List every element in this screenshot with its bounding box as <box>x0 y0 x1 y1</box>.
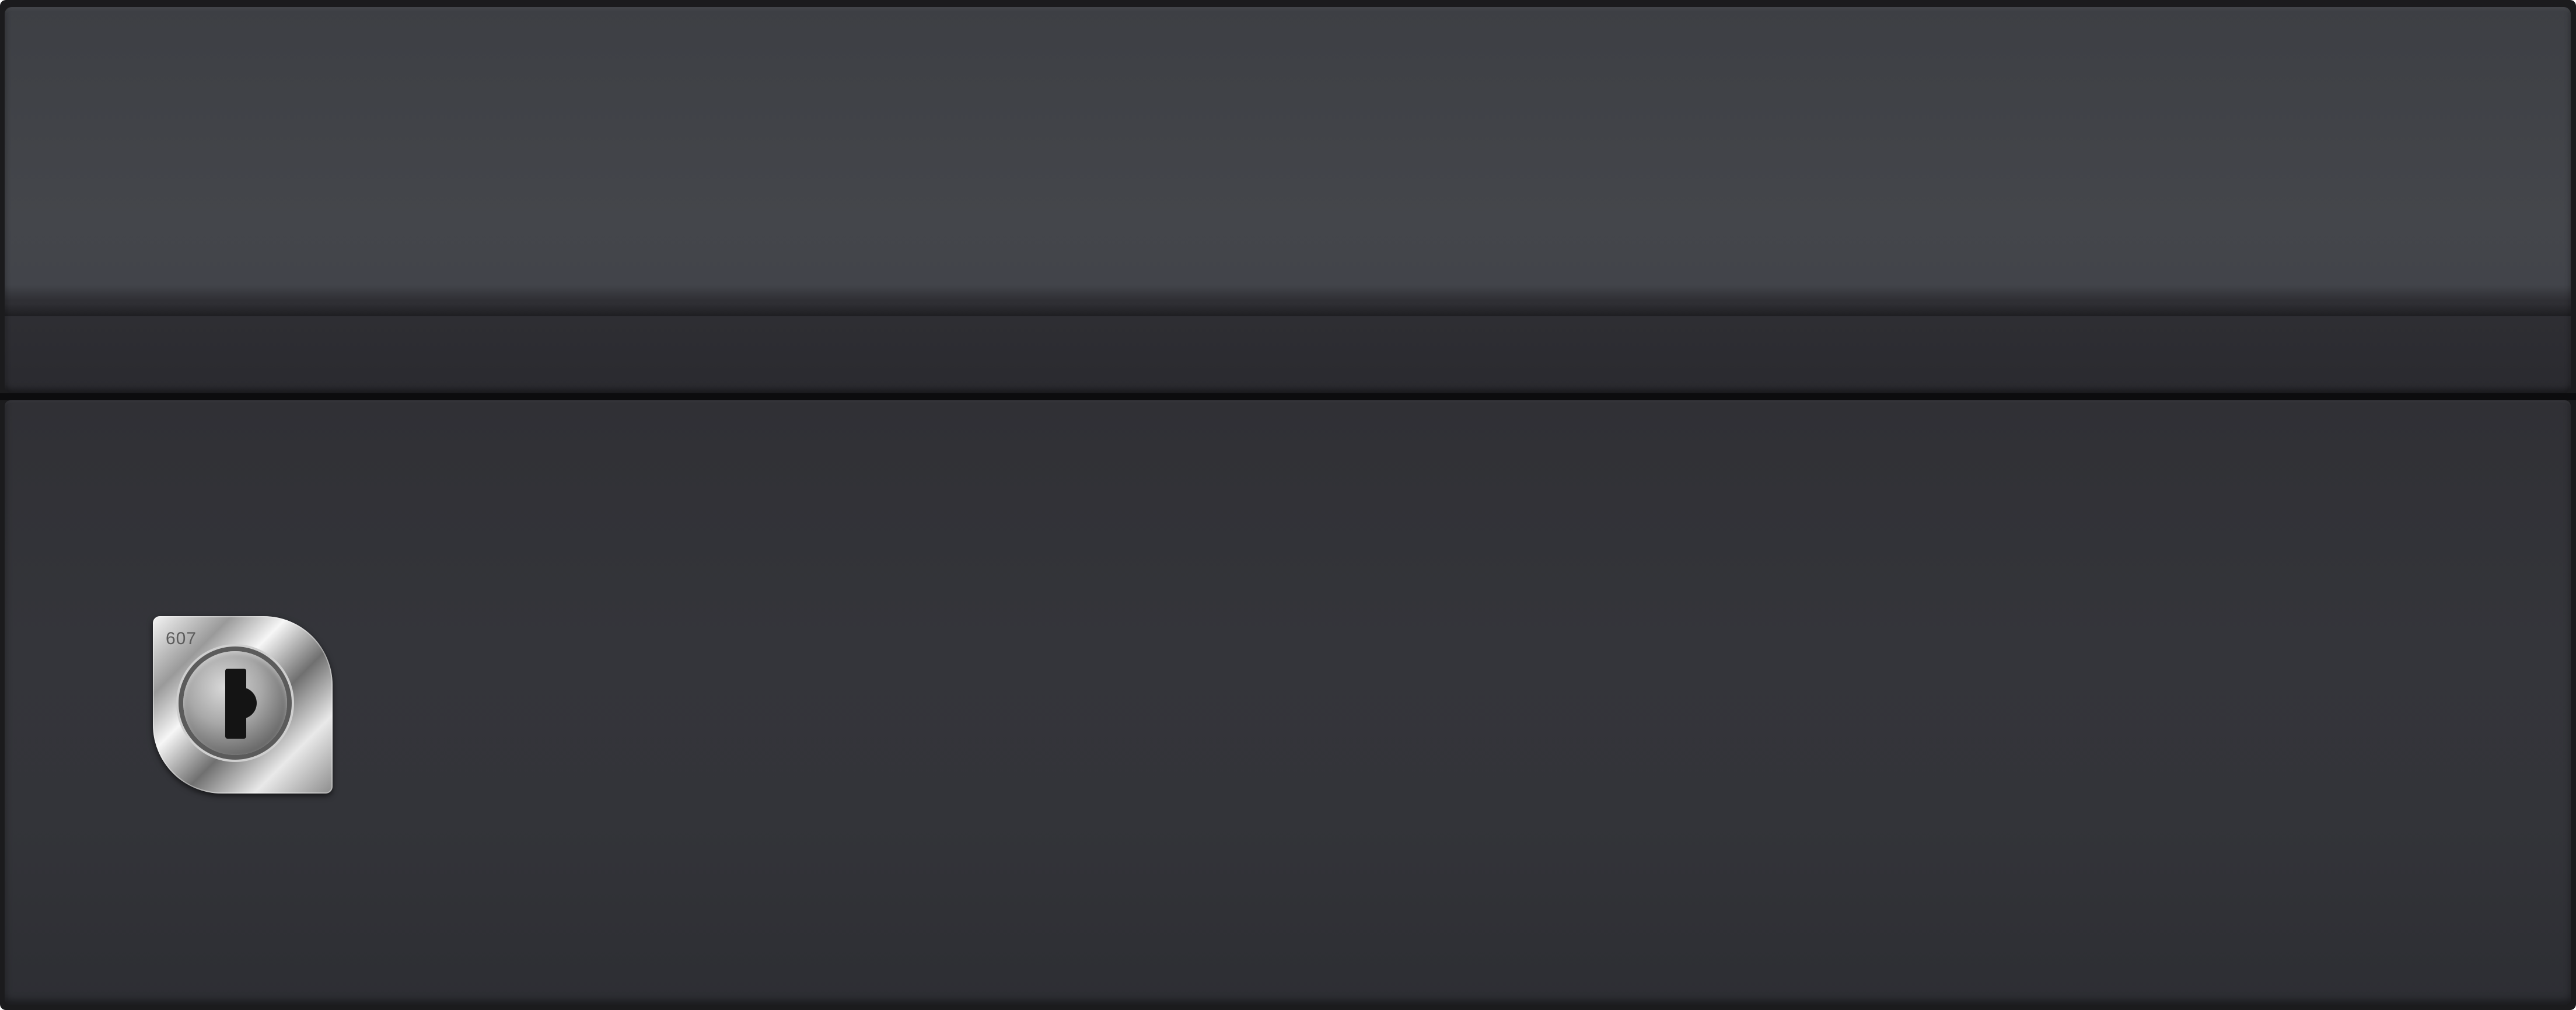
cabinet-front-panel <box>5 400 2571 1005</box>
lid-fold-shadow <box>5 303 2571 316</box>
cabinet: 607 <box>0 0 2576 1010</box>
keyhole-notch <box>240 687 257 719</box>
lock-plate[interactable]: 607 <box>153 616 333 794</box>
lock-mark: 607 <box>166 629 197 648</box>
lock-cylinder[interactable] <box>183 651 287 755</box>
cabinet-lid <box>5 7 2571 393</box>
lid-seam <box>0 393 2576 400</box>
